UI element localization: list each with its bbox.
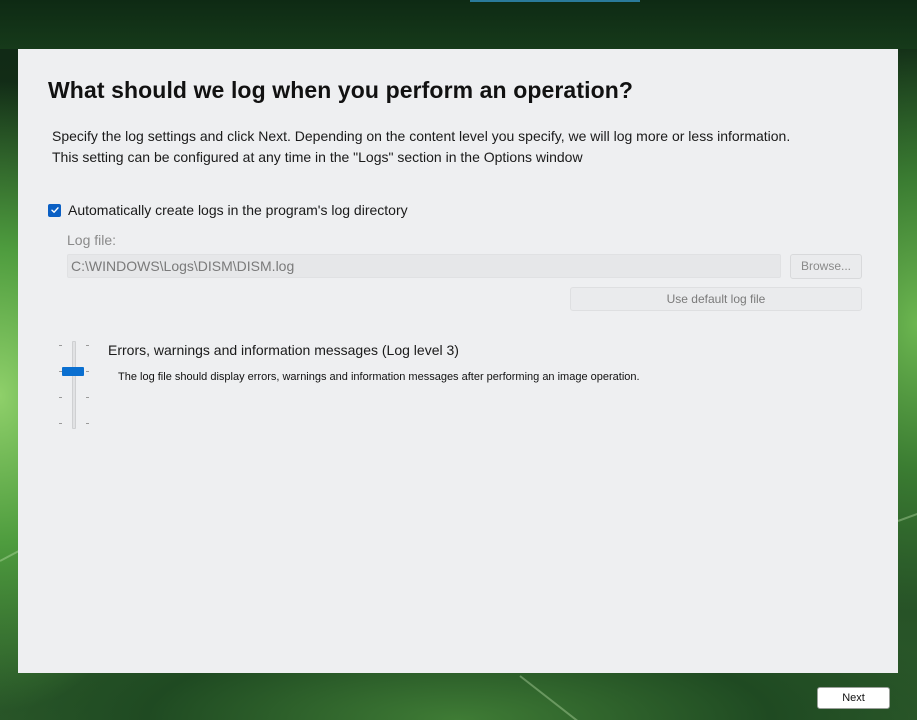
log-file-label: Log file: [67,232,117,248]
log-file-path-input [67,254,781,278]
browse-button: Browse... [790,254,862,279]
log-level-slider[interactable] [56,339,94,431]
checkmark-icon [50,207,59,213]
slider-tick [86,371,89,372]
log-level-description: The log file should display errors, warn… [118,371,640,383]
top-bar-highlight [470,0,640,2]
slider-thumb[interactable] [62,367,84,376]
slider-tick [86,345,89,346]
use-default-log-file-button: Use default log file [570,287,862,311]
slider-tick [59,397,62,398]
slider-tick [86,397,89,398]
page-title: What should we log when you perform an o… [48,77,634,103]
slider-tick [59,423,62,424]
auto-create-logs-label[interactable]: Automatically create logs in the program… [68,202,408,218]
page-description: Specify the log settings and click Next.… [52,126,872,168]
wizard-panel: What should we log when you perform an o… [18,49,898,673]
wallpaper-streak [519,675,592,720]
description-line-1: Specify the log settings and click Next.… [52,128,791,144]
description-line-2: This setting can be configured at any ti… [52,149,583,165]
slider-tick [59,345,62,346]
slider-tick [86,423,89,424]
window-top-bar [0,0,917,49]
auto-create-logs-option[interactable]: Automatically create logs in the program… [48,200,408,220]
auto-create-logs-checkbox[interactable] [48,203,61,217]
log-level-title: Errors, warnings and information message… [108,342,459,358]
next-button[interactable]: Next [817,687,890,709]
wallpaper-streak [897,506,917,522]
slider-track[interactable] [72,341,76,429]
